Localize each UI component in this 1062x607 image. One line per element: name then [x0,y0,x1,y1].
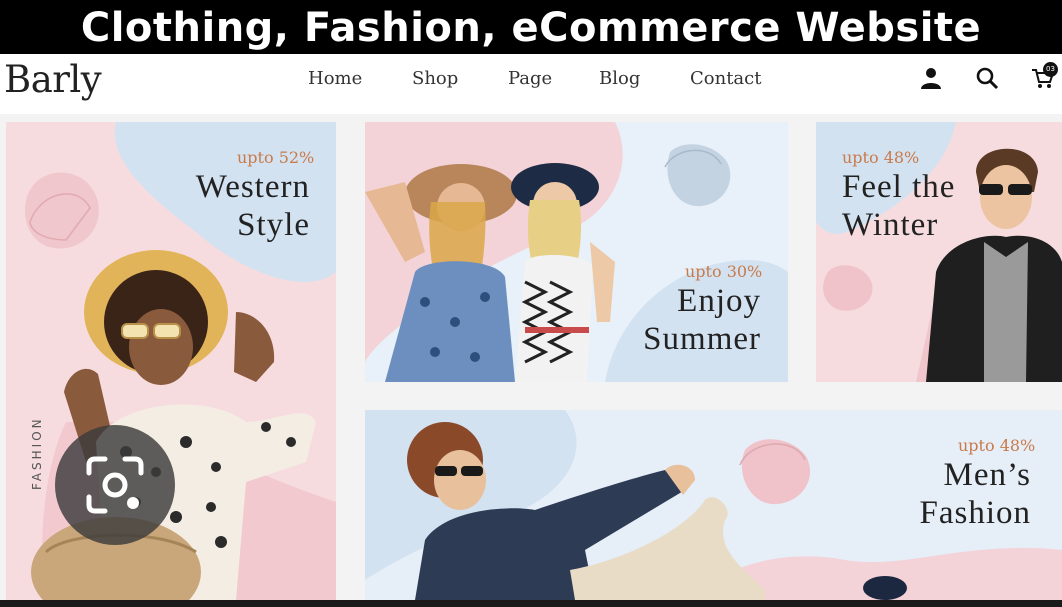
headline-winter-line2: Winter [842,207,939,243]
headline-winter: Feel the Winter [842,168,955,244]
card-feel-the-winter[interactable]: upto 48% Feel the Winter [816,122,1062,382]
cart-icon[interactable]: 03 [1031,62,1058,90]
headline-winter-line1: Feel the [842,169,956,205]
headline-summer: Enjoy Summer [595,282,761,358]
hero-grid: upto 52% Western Style upto 30% Enjoy Su… [0,114,1062,600]
nav-home[interactable]: Home [308,68,362,89]
banner-title: Clothing, Fashion, eCommerce Website [0,0,1062,54]
bottom-strip [0,600,1062,607]
promo-western: upto 52% [237,148,315,167]
lens-search-icon [86,456,144,514]
headline-summer-line1: Enjoy [677,283,761,319]
nav-shop[interactable]: Shop [412,68,458,89]
headline-summer-line2: Summer [643,321,761,357]
card-enjoy-summer[interactable]: upto 30% Enjoy Summer [365,122,788,382]
promo-winter: upto 48% [842,148,920,167]
promo-summer: upto 30% [685,262,763,281]
card-mens-fashion[interactable]: upto 48% Men’s Fashion [365,410,1062,600]
headline-mens-line2: Fashion [919,495,1031,531]
logo[interactable]: Barly [4,58,102,101]
nav-contact[interactable]: Contact [690,68,761,89]
headline-western-line2: Style [237,207,310,243]
headline-western-line1: Western [195,169,310,205]
headline-mens-line1: Men’s [943,457,1031,493]
card-western-style[interactable]: upto 52% Western Style [6,122,336,600]
site-header: Barly Home Shop Page Blog Contact 03 [0,54,1062,115]
lens-search-button[interactable] [55,425,175,545]
fashion-side-text: FASHION [30,416,44,490]
user-icon[interactable] [919,66,943,90]
cart-count-badge: 03 [1043,62,1058,77]
headline-mens: Men’s Fashion [865,456,1031,532]
nav-blog[interactable]: Blog [599,68,640,89]
headline-western: Western Style [172,168,310,244]
promo-mens: upto 48% [958,436,1036,455]
nav-page[interactable]: Page [508,68,552,89]
search-icon[interactable] [975,66,999,90]
